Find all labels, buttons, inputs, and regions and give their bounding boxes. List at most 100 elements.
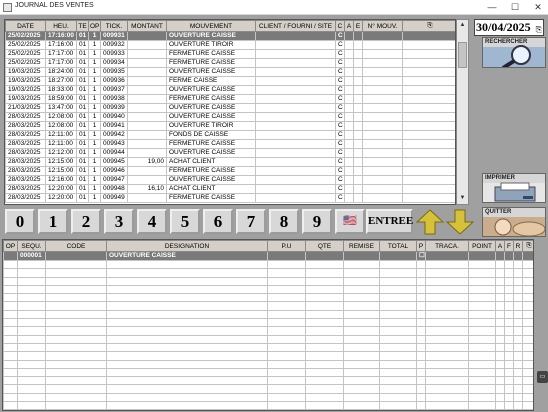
table-row[interactable]: 19/03/2025 18:27:00 01 1 009936 FERME CAISSE C <box>5 76 455 86</box>
close-button[interactable]: ✕ <box>530 1 546 13</box>
arrow-down-icon[interactable] <box>446 209 474 235</box>
copy-icon[interactable]: ⎘ <box>536 22 542 37</box>
table-row[interactable]: 28/03/2025 12:12:00 01 1 009944 OUVERTURE CAI… <box>5 148 455 158</box>
table-row[interactable] <box>3 268 533 278</box>
table-row[interactable]: 25/02/2025 17:17:00 01 1 009933 FERMETURE CAI… <box>5 49 455 59</box>
table-cell <box>522 351 533 361</box>
key-3[interactable]: 3 <box>104 209 134 234</box>
table-row[interactable] <box>3 351 533 361</box>
top-table-header[interactable]: C <box>335 20 345 32</box>
table-row[interactable]: 000001 OUVERTURE CAISSE ☐ <box>3 251 533 261</box>
top-table-header[interactable]: ⎘ <box>402 20 455 32</box>
bottom-table-header[interactable]: CODE <box>45 240 107 252</box>
table-cell <box>305 326 344 336</box>
top-table-header[interactable]: TICK. <box>100 20 128 32</box>
table-row[interactable] <box>3 276 533 286</box>
table-row[interactable] <box>3 326 533 336</box>
bottom-table-header[interactable]: TOTAL <box>379 240 417 252</box>
table-row[interactable]: 28/03/2025 12:16:00 01 1 009947 OUVERTURE CAI… <box>5 175 455 185</box>
key-4[interactable]: 4 <box>137 209 167 234</box>
table-row[interactable]: 28/03/2025 12:20:00 01 1 009948 16,10 ACHAT CL… <box>5 184 455 194</box>
imprimer-button[interactable]: IMPRIMER <box>482 173 546 203</box>
table-row[interactable]: 25/02/2025 17:17:00 01 1 009934 FERMETURE CAI… <box>5 58 455 68</box>
key-7[interactable]: 7 <box>236 209 266 234</box>
table-row[interactable]: 28/03/2025 12:08:00 01 1 009940 OUVERTURE CAI… <box>5 112 455 122</box>
table-row[interactable] <box>3 342 533 353</box>
top-table-header[interactable]: MOUVEMENT <box>166 20 256 32</box>
table-cell: 19/03/2025 <box>5 94 46 104</box>
key-0[interactable]: 0 <box>5 209 35 234</box>
key-6[interactable]: 6 <box>203 209 233 234</box>
top-table-header[interactable]: TE <box>76 20 89 32</box>
table-cell: C <box>335 85 345 95</box>
side-expand-icon[interactable]: ▭ <box>537 371 548 383</box>
table-row[interactable]: 28/03/2025 12:15:00 01 1 009946 FERMETURE CAI… <box>5 166 455 176</box>
table-row[interactable]: 19/03/2025 18:33:00 01 1 009937 OUVERTURE CAI… <box>5 85 455 95</box>
table-row[interactable] <box>3 367 533 378</box>
bottom-table-header[interactable]: TRACA. <box>425 240 469 252</box>
table-row[interactable] <box>3 384 533 394</box>
bottom-table-header[interactable]: A <box>495 240 505 252</box>
table-cell <box>513 392 523 403</box>
table-cell <box>305 384 344 394</box>
bottom-table-header[interactable]: P.U <box>267 240 306 252</box>
table-row[interactable]: 28/03/2025 12:15:00 01 1 009945 19,00 ACHAT CL… <box>5 157 455 167</box>
table-row[interactable]: 25/02/2025 17:16:00 01 1 009931 OUVERTURE CAI… <box>5 31 455 41</box>
bottom-table-header[interactable]: OP <box>3 240 18 252</box>
maximize-button[interactable]: ☐ <box>507 1 523 13</box>
table-row[interactable] <box>3 284 533 295</box>
table-cell: FERME CAISSE <box>166 76 256 86</box>
top-table-header[interactable]: HEU. <box>45 20 77 32</box>
table-row[interactable]: 28/03/2025 12:11:00 01 1 009943 FERMETURE CAI… <box>5 139 455 149</box>
table-row[interactable] <box>3 259 533 270</box>
table-row[interactable] <box>3 293 533 303</box>
key-9[interactable]: 9 <box>302 209 332 234</box>
table-row[interactable] <box>3 309 533 320</box>
bottom-table-header[interactable]: POINT <box>468 240 496 252</box>
bottom-table-header[interactable]: P <box>416 240 426 252</box>
key-8[interactable]: 8 <box>269 209 299 234</box>
top-table-header[interactable]: MONTANT <box>127 20 167 32</box>
bottom-table-header[interactable]: REMISE <box>343 240 380 252</box>
bottom-table-header[interactable]: F <box>504 240 514 252</box>
key-5[interactable]: 5 <box>170 209 200 234</box>
bottom-table-header[interactable]: ⎘ <box>522 240 533 252</box>
top-table-header[interactable]: DATE <box>5 20 46 32</box>
arrow-up-icon[interactable] <box>416 209 444 235</box>
key-1[interactable]: 1 <box>38 209 68 234</box>
table-row[interactable]: 19/03/2025 18:59:00 01 1 009938 FERMETURE CAI… <box>5 94 455 104</box>
bottom-table-header[interactable]: SEQU. <box>17 240 46 252</box>
bottom-table-header[interactable]: QTE <box>305 240 344 252</box>
rechercher-button[interactable]: RECHERCHER <box>482 37 546 68</box>
table-row[interactable]: 28/03/2025 12:08:00 01 1 009941 OUVERTURE TIR… <box>5 121 455 131</box>
table-row[interactable] <box>3 401 533 410</box>
key-2[interactable]: 2 <box>71 209 101 234</box>
table-row[interactable] <box>3 392 533 403</box>
journal-scrollbar[interactable]: ▲ ▼ <box>456 19 469 205</box>
scroll-down-icon[interactable]: ▼ <box>458 194 467 203</box>
table-row[interactable]: 28/03/2025 12:11:00 01 1 009942 FONDS DE CAIS… <box>5 130 455 140</box>
entree-button[interactable]: ENTREE <box>366 209 413 234</box>
bottom-table-header[interactable]: DESIGNATION <box>106 240 268 252</box>
table-row[interactable] <box>3 334 533 344</box>
scroll-thumb[interactable] <box>458 42 467 68</box>
top-table-header[interactable]: CLIENT / FOURNI / SITE <box>255 20 336 32</box>
table-row[interactable]: 28/03/2025 12:20:00 01 1 009949 FERMETURE CAI… <box>5 193 455 203</box>
table-row[interactable]: 19/03/2025 18:24:00 01 1 009935 OUVERTURE CAI… <box>5 67 455 77</box>
flag-icon[interactable]: 🇺🇸 <box>335 209 365 234</box>
table-row[interactable] <box>3 376 533 386</box>
top-table-header[interactable]: A <box>344 20 354 32</box>
table-cell <box>468 268 496 278</box>
table-row[interactable] <box>3 318 533 328</box>
top-table-header[interactable]: OP <box>88 20 101 32</box>
scroll-up-icon[interactable]: ▲ <box>458 21 467 30</box>
table-row[interactable]: 21/03/2025 13:47:00 01 1 009939 OUVERTURE CAI… <box>5 103 455 113</box>
table-row[interactable] <box>3 301 533 311</box>
bottom-table-header[interactable]: R <box>513 240 523 252</box>
top-table-header[interactable]: E <box>353 20 363 32</box>
minimize-button[interactable]: — <box>484 1 500 13</box>
table-row[interactable] <box>3 359 533 369</box>
table-cell <box>127 103 167 113</box>
table-row[interactable]: 25/02/2025 17:16:00 01 1 009932 OUVERTURE TIR… <box>5 40 455 50</box>
top-table-header[interactable]: N° MOUV. <box>362 20 403 32</box>
